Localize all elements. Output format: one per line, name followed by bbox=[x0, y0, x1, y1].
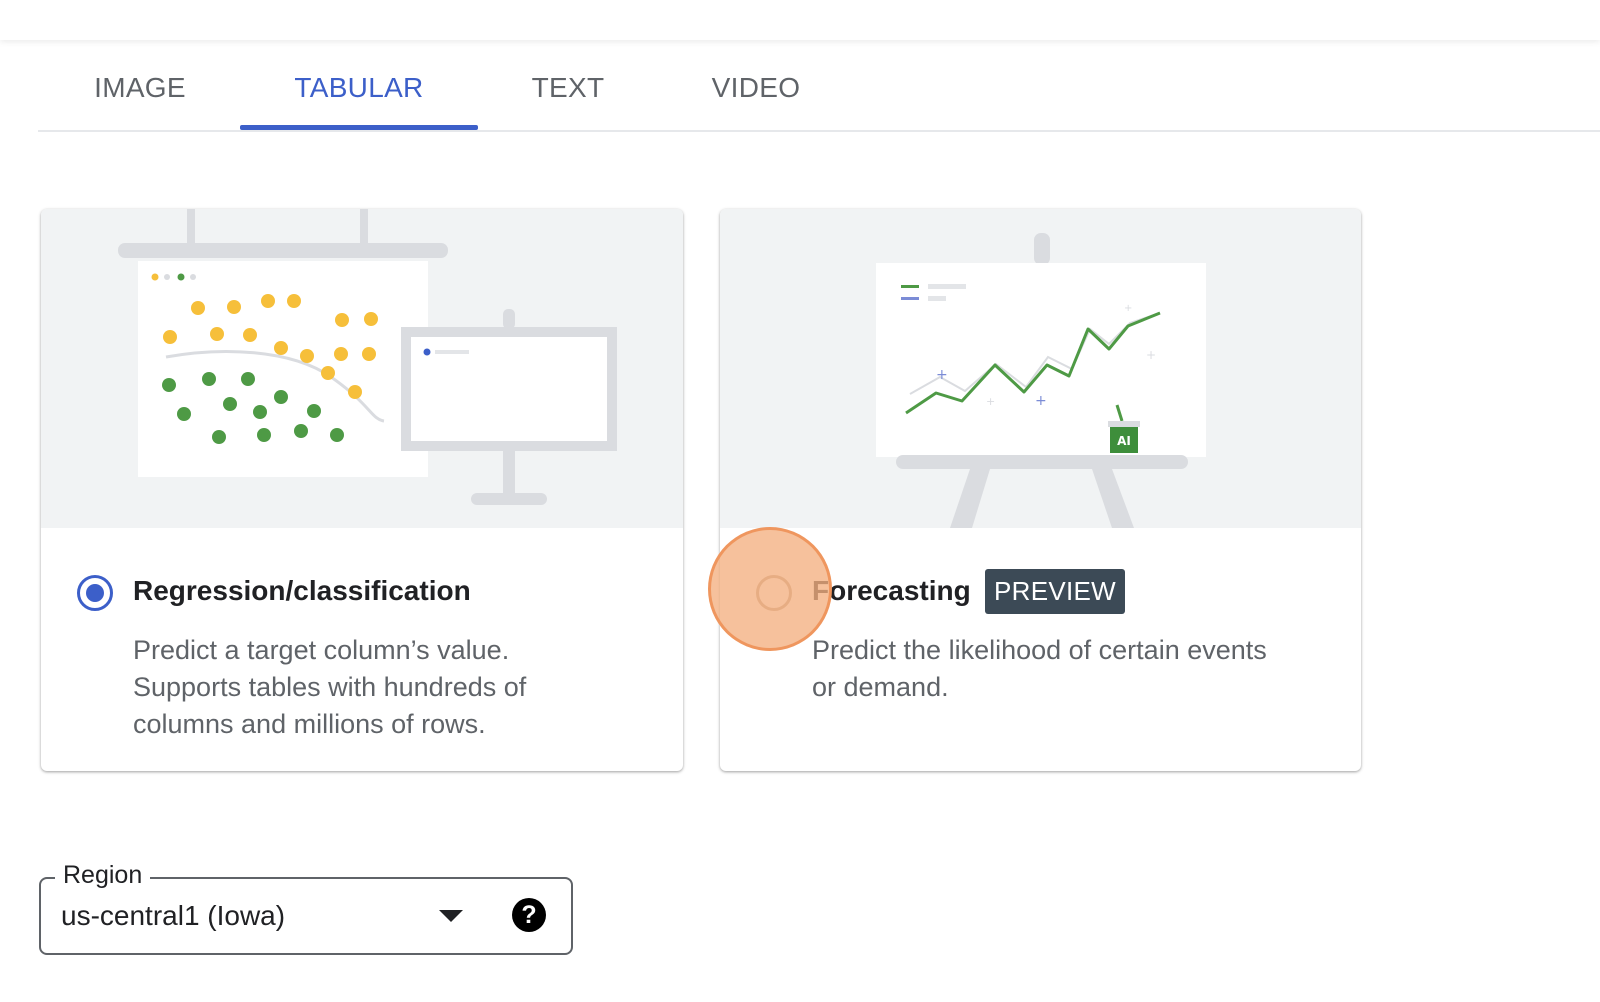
description-line: or demand. bbox=[812, 672, 949, 702]
easel-leg-right bbox=[1092, 469, 1134, 528]
description-line: Predict a target column’s value. bbox=[133, 635, 510, 665]
scatter-dot-yellow bbox=[243, 328, 257, 342]
scatter-dot-yellow bbox=[163, 330, 177, 344]
regression-title: Regression/classification bbox=[133, 575, 471, 606]
legend-placeholder-2 bbox=[928, 296, 946, 301]
tab-tabular[interactable]: TABULAR bbox=[240, 52, 478, 130]
scatter-dot-green bbox=[162, 378, 176, 392]
forecasting-card[interactable]: + + + + + AI Forecasting PREVIEW Predict… bbox=[720, 209, 1361, 771]
regression-description: Predict a target column’s value. Support… bbox=[133, 632, 526, 743]
scatter-dot-green bbox=[257, 428, 271, 442]
legend-line-green bbox=[901, 285, 919, 288]
ai-label: AI bbox=[1117, 434, 1131, 448]
region-label: Region bbox=[55, 859, 151, 891]
legend-dot-green bbox=[177, 273, 185, 281]
legend-dot-gray-2 bbox=[190, 274, 196, 280]
scatter-dot-yellow bbox=[261, 294, 275, 308]
radio-selected-dot bbox=[86, 584, 104, 602]
scatter-dot-green bbox=[294, 424, 308, 438]
easel-ledge bbox=[896, 455, 1188, 469]
scatter-chart-svg bbox=[118, 209, 617, 505]
top-app-bar bbox=[0, 0, 1600, 40]
regression-radio[interactable] bbox=[77, 575, 113, 611]
scatter-dot-yellow bbox=[362, 347, 376, 361]
legend-placeholder bbox=[928, 284, 966, 289]
hanger-left bbox=[187, 209, 195, 245]
scatter-dot-yellow bbox=[191, 301, 205, 315]
monitor-stand-base bbox=[471, 493, 547, 505]
scatter-dot-green bbox=[253, 405, 267, 419]
plus-marker: + bbox=[936, 367, 948, 383]
easel-leg-left bbox=[950, 469, 990, 528]
task-type-tabs: IMAGE TABULAR TEXT VIDEO bbox=[38, 52, 1600, 132]
scatter-dot-green bbox=[223, 397, 237, 411]
plus-marker: + bbox=[986, 395, 995, 408]
plus-marker: + bbox=[1124, 303, 1132, 314]
active-tab-indicator bbox=[240, 125, 478, 130]
scatter-dot-yellow bbox=[274, 341, 288, 355]
legend-dot-gray bbox=[164, 274, 170, 280]
region-select[interactable]: Region us-central1 (Iowa) ? bbox=[39, 859, 573, 955]
monitor-stand-pole bbox=[503, 451, 515, 495]
scatter-dot-yellow bbox=[348, 385, 362, 399]
scatter-dot-yellow bbox=[335, 313, 349, 327]
plus-marker: + bbox=[1146, 348, 1156, 362]
scatter-board bbox=[138, 261, 428, 477]
tab-video[interactable]: VIDEO bbox=[704, 52, 808, 130]
dropdown-arrow-icon[interactable] bbox=[439, 910, 463, 922]
monitor-dot-blue bbox=[423, 348, 431, 356]
region-value: us-central1 (Iowa) bbox=[61, 900, 286, 931]
legend-dot-yellow bbox=[151, 273, 159, 281]
scatter-dot-green bbox=[202, 372, 216, 386]
scatter-dot-green bbox=[212, 430, 226, 444]
scatter-dot-yellow bbox=[210, 327, 224, 341]
help-icon[interactable]: ? bbox=[512, 898, 546, 932]
plus-marker: + bbox=[1035, 393, 1047, 409]
legend-line-blue bbox=[901, 297, 919, 300]
forecasting-radio[interactable] bbox=[756, 575, 792, 611]
scatter-dot-yellow bbox=[287, 294, 301, 308]
scatter-dot-green bbox=[330, 428, 344, 442]
scatter-dot-green bbox=[307, 404, 321, 418]
hanging-rail bbox=[118, 243, 448, 258]
regression-classification-card[interactable]: Regression/classification Predict a targ… bbox=[41, 209, 683, 771]
scatter-dot-green bbox=[274, 390, 288, 404]
forecast-board bbox=[876, 263, 1206, 457]
tab-image[interactable]: IMAGE bbox=[78, 52, 202, 130]
easel-top bbox=[1034, 233, 1050, 265]
description-line: Predict the likelihood of certain events bbox=[812, 635, 1267, 665]
scatter-dot-yellow bbox=[364, 312, 378, 326]
monitor-placeholder-line bbox=[435, 350, 469, 354]
preview-badge: PREVIEW bbox=[985, 569, 1126, 614]
forecasting-description: Predict the likelihood of certain events… bbox=[812, 632, 1267, 706]
description-line: Supports tables with hundreds of bbox=[133, 672, 527, 702]
scatter-dot-yellow bbox=[227, 300, 241, 314]
ai-pot-rim bbox=[1108, 421, 1140, 427]
hanger-right bbox=[360, 209, 368, 245]
scatter-dot-green bbox=[177, 407, 191, 421]
description-line: columns and millions of rows. bbox=[133, 709, 486, 739]
scatter-dot-yellow bbox=[300, 349, 314, 363]
line-chart-svg: + + + + + AI bbox=[876, 233, 1206, 528]
scatter-dot-green bbox=[241, 372, 255, 386]
scatter-chart-illustration bbox=[41, 209, 683, 528]
line-chart-easel-illustration: + + + + + AI bbox=[720, 209, 1361, 528]
scatter-dot-yellow bbox=[334, 347, 348, 361]
scatter-dot-yellow bbox=[321, 366, 335, 380]
tab-text[interactable]: TEXT bbox=[518, 52, 618, 130]
forecasting-title: Forecasting bbox=[812, 575, 971, 606]
monitor-top-knob bbox=[503, 309, 515, 329]
